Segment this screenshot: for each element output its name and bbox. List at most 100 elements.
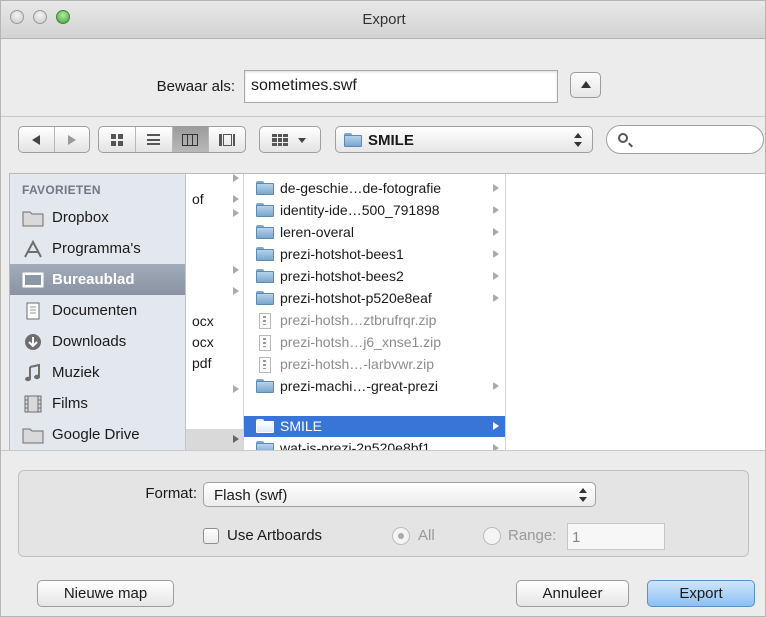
sidebar-item-documents[interactable]: Documenten xyxy=(10,295,185,326)
use-artboards-checkbox[interactable] xyxy=(203,528,219,544)
list-item[interactable]: de-geschie…de-fotografie xyxy=(244,178,505,199)
popup-arrows-icon xyxy=(579,488,587,502)
range-input[interactable]: 1 xyxy=(567,523,665,550)
list-icon xyxy=(147,134,161,145)
list-item[interactable]: ocx xyxy=(186,311,243,332)
export-button[interactable]: Export xyxy=(647,580,755,607)
sidebar-item-dropbox[interactable]: Dropbox xyxy=(10,202,185,233)
zip-file-icon xyxy=(259,357,271,373)
list-item[interactable]: ocx xyxy=(186,332,243,353)
list-view-button[interactable] xyxy=(136,127,173,152)
forward-button[interactable] xyxy=(55,127,90,152)
all-radio[interactable] xyxy=(392,527,410,545)
file-name: de-geschie…de-fotografie xyxy=(280,180,442,196)
list-item[interactable] xyxy=(186,281,243,302)
disclosure-arrow-icon xyxy=(493,294,499,302)
sidebar-item-label: Downloads xyxy=(52,333,127,350)
disclosure-arrow-icon xyxy=(493,422,499,430)
list-item[interactable] xyxy=(186,260,243,281)
forward-arrow-icon xyxy=(67,134,76,145)
location-popup[interactable]: SMILE xyxy=(335,126,593,153)
list-item[interactable]: prezi-hotshot-p520e8eaf xyxy=(244,288,505,309)
collapse-browser-button[interactable] xyxy=(570,72,601,98)
save-as-label: Bewaar als: xyxy=(156,78,235,95)
folder-icon xyxy=(256,181,274,195)
file-browser: FAVORIETEN Dropbox Programma's Bureaubla… xyxy=(9,173,765,450)
filename-input[interactable]: sometimes.swf xyxy=(244,70,558,103)
column-view-button[interactable] xyxy=(172,127,210,152)
disclosure-arrow-icon xyxy=(233,209,239,217)
list-item[interactable]: prezi-hotshot-bees2 xyxy=(244,266,505,287)
disclosure-arrow-icon xyxy=(233,287,239,295)
list-item[interactable] xyxy=(186,203,243,224)
file-name: pdf xyxy=(192,355,212,371)
divider xyxy=(1,116,765,117)
folder-icon xyxy=(344,133,362,147)
file-name: ocx xyxy=(192,334,214,350)
list-item[interactable]: wat-is-prezi-2n520e8bf1 xyxy=(244,438,505,450)
sidebar-item-music[interactable]: Muziek xyxy=(10,357,185,388)
sidebar-item-desktop[interactable]: Bureaublad xyxy=(10,264,185,295)
folder-icon xyxy=(256,203,274,217)
cancel-button[interactable]: Annuleer xyxy=(516,580,629,607)
file-name: prezi-hotshot-bees2 xyxy=(280,268,404,284)
file-name: leren-overal xyxy=(280,224,354,240)
list-item[interactable]: prezi-hotsh…-larbvwr.zip xyxy=(244,354,505,375)
new-folder-button[interactable]: Nieuwe map xyxy=(37,580,174,607)
folder-icon xyxy=(256,225,274,239)
cover-flow-button[interactable] xyxy=(209,127,245,152)
use-artboards-label[interactable]: Use Artboards xyxy=(227,527,322,544)
list-item[interactable]: prezi-hotsh…j6_xnse1.zip xyxy=(244,332,505,353)
format-select[interactable]: Flash (swf) xyxy=(203,482,596,507)
sidebar-item-label: Dropbox xyxy=(52,209,109,226)
range-radio[interactable] xyxy=(483,527,501,545)
arrange-menu-button[interactable] xyxy=(259,126,321,153)
range-radio-label: Range: xyxy=(508,527,557,544)
sidebar-item-google-drive[interactable]: Google Drive xyxy=(10,419,185,450)
disclosure-arrow-icon xyxy=(493,382,499,390)
music-icon xyxy=(22,363,44,382)
export-dialog: Export Bewaar als: sometimes.swf SMILE F… xyxy=(0,0,766,617)
list-item[interactable]: leren-overal xyxy=(244,222,505,243)
folder-icon xyxy=(22,426,44,444)
disclosure-arrow-icon xyxy=(233,266,239,274)
list-item[interactable]: pdf xyxy=(186,353,243,374)
parent-column: of ocx ocx pdf xyxy=(186,174,244,450)
icon-view-button[interactable] xyxy=(99,127,136,152)
back-button[interactable] xyxy=(19,127,55,152)
list-item[interactable]: prezi-hotshot-bees1 xyxy=(244,244,505,265)
folder-icon xyxy=(256,247,274,261)
sidebar-item-downloads[interactable]: Downloads xyxy=(10,326,185,357)
export-options-panel: Format: Flash (swf) Use Artboards All Ra… xyxy=(18,470,749,557)
disclosure-arrow-icon xyxy=(493,250,499,258)
film-icon xyxy=(22,395,44,413)
sidebar-item-label: Programma's xyxy=(52,240,141,257)
list-item[interactable] xyxy=(186,379,243,400)
disclosure-arrow-icon xyxy=(493,272,499,280)
sidebar-item-label: Bureaublad xyxy=(52,271,135,288)
file-name: prezi-hotshot-p520e8eaf xyxy=(280,290,432,306)
list-item-selected[interactable]: SMILE xyxy=(244,416,505,437)
disclosure-arrow-icon xyxy=(493,206,499,214)
list-item[interactable] xyxy=(186,429,243,450)
file-name: prezi-machi…-great-prezi xyxy=(280,378,438,394)
sidebar-item-label: Google Drive xyxy=(52,426,140,443)
list-item[interactable]: prezi-machi…-great-prezi xyxy=(244,376,505,397)
sidebar: FAVORIETEN Dropbox Programma's Bureaubla… xyxy=(10,174,186,450)
disclosure-arrow-icon xyxy=(493,184,499,192)
title-bar: Export xyxy=(1,1,765,39)
zip-file-icon xyxy=(259,313,271,329)
disclosure-arrow-icon xyxy=(233,195,239,203)
list-item[interactable] xyxy=(186,174,243,189)
sidebar-item-applications[interactable]: Programma's xyxy=(10,233,185,264)
applications-icon xyxy=(22,239,44,258)
file-name: wat-is-prezi-2n520e8bf1 xyxy=(280,440,431,450)
list-item[interactable]: prezi-hotsh…ztbrufrqr.zip xyxy=(244,310,505,331)
sidebar-item-films[interactable]: Films xyxy=(10,388,185,419)
search-field[interactable] xyxy=(606,125,764,154)
desktop-icon xyxy=(22,271,44,289)
sidebar-item-label: Films xyxy=(52,395,88,412)
file-name: SMILE xyxy=(280,418,323,434)
file-name: identity-ide…500_791898 xyxy=(280,202,440,218)
list-item[interactable]: identity-ide…500_791898 xyxy=(244,200,505,221)
